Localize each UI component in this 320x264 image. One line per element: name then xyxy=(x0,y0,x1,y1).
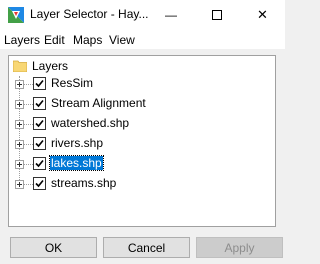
layer-label: ResSim xyxy=(51,76,94,90)
layer-checkbox[interactable] xyxy=(33,157,46,170)
layer-tree[interactable]: Layers ResSim Stream Alignment watershed… xyxy=(8,55,276,227)
layer-label: rivers.shp xyxy=(51,136,104,150)
menu-edit[interactable]: Edit xyxy=(44,33,65,47)
close-button[interactable]: ✕ xyxy=(240,0,285,30)
layer-label: Stream Alignment xyxy=(51,96,146,110)
layer-label: streams.shp xyxy=(51,176,117,190)
window-title: Layer Selector - Hay... xyxy=(30,7,149,21)
expand-icon[interactable] xyxy=(15,160,24,169)
layer-checkbox[interactable] xyxy=(33,117,46,130)
tree-root-label: Layers xyxy=(32,59,69,73)
expand-icon[interactable] xyxy=(15,120,24,129)
expand-icon[interactable] xyxy=(15,140,24,149)
layer-row-rivers[interactable]: rivers.shp xyxy=(9,134,275,154)
layer-checkbox[interactable] xyxy=(33,97,46,110)
layer-row-lakes[interactable]: lakes.shp xyxy=(9,154,275,174)
ok-button[interactable]: OK xyxy=(10,237,97,258)
checkmark-icon xyxy=(35,179,44,188)
close-icon: ✕ xyxy=(257,7,268,22)
menu-view[interactable]: View xyxy=(109,33,135,47)
checkmark-icon xyxy=(35,99,44,108)
maximize-icon xyxy=(212,10,222,20)
layer-label: watershed.shp xyxy=(51,116,130,130)
menu-bar: Layers Edit Maps View xyxy=(0,30,285,49)
layer-checkbox[interactable] xyxy=(33,177,46,190)
expand-icon[interactable] xyxy=(15,100,24,109)
layer-row-stream-alignment[interactable]: Stream Alignment xyxy=(9,94,275,114)
layer-checkbox[interactable] xyxy=(33,137,46,150)
layer-row-ressim[interactable]: ResSim xyxy=(9,74,275,94)
checkmark-icon xyxy=(35,119,44,128)
folder-icon xyxy=(13,60,27,72)
apply-button[interactable]: Apply xyxy=(196,237,283,258)
checkmark-icon xyxy=(35,159,44,168)
layer-row-streams[interactable]: streams.shp xyxy=(9,174,275,194)
title-bar[interactable]: Layer Selector - Hay... — ✕ xyxy=(0,0,285,30)
cancel-button[interactable]: Cancel xyxy=(103,237,190,258)
checkmark-icon xyxy=(35,139,44,148)
minimize-button[interactable]: — xyxy=(148,0,194,30)
layer-row-watershed[interactable]: watershed.shp xyxy=(9,114,275,134)
maximize-button[interactable] xyxy=(194,0,240,30)
checkmark-icon xyxy=(35,79,44,88)
menu-layers[interactable]: Layers xyxy=(4,33,40,47)
layer-checkbox[interactable] xyxy=(33,77,46,90)
expand-icon[interactable] xyxy=(15,180,24,189)
expand-icon[interactable] xyxy=(15,80,24,89)
menu-maps[interactable]: Maps xyxy=(73,33,102,47)
app-icon xyxy=(8,7,24,23)
layer-label-selected: lakes.shp xyxy=(49,155,104,171)
minimize-icon: — xyxy=(165,8,177,22)
